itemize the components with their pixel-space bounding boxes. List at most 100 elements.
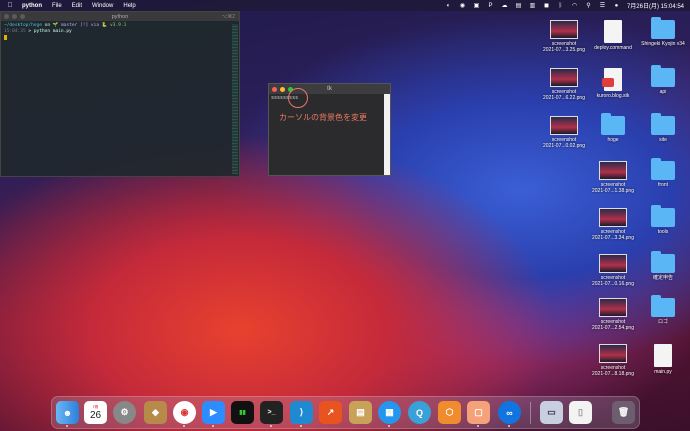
desktop-icon-folder[interactable]: site — [637, 113, 689, 143]
menu-file[interactable]: File — [52, 3, 62, 9]
prompt-branch: 🌱 master [!] via — [52, 23, 102, 28]
desktop-icon-label: tools — [657, 229, 669, 235]
bluetooth-icon[interactable]: ᛒ — [557, 3, 564, 9]
status-icon-1[interactable]: ◐ — [445, 3, 452, 9]
system-preferences-icon[interactable]: ⚙ — [113, 401, 136, 424]
desktop-icon-folder[interactable]: hoge — [587, 113, 639, 143]
folder-icon — [651, 251, 675, 273]
app-icon[interactable]: ▢ — [467, 401, 490, 424]
wifi-icon[interactable]: ◠ — [571, 3, 578, 9]
running-indicator — [508, 425, 510, 427]
desktop-icon-label: screenshot 2021-07...0.02.png — [543, 137, 585, 149]
docker-icon[interactable]: ▦ — [378, 401, 401, 424]
running-indicator — [270, 425, 272, 427]
desktop-icon-label: 確定申告 — [652, 275, 673, 281]
desktop-icon-label: site — [659, 137, 667, 143]
running-indicator — [212, 425, 214, 427]
status-icon-7[interactable]: ▥ — [529, 3, 536, 9]
quicktime-icon[interactable]: Q — [408, 401, 431, 424]
desktop-icon-folder[interactable]: 確定申告 — [637, 251, 689, 281]
screenshot-thumbnail — [599, 161, 627, 180]
document-file-icon — [602, 68, 622, 91]
tk-window[interactable]: tk sssssssss カーソルの背景色を変更 — [268, 83, 391, 176]
desktop-icon-thumb[interactable]: screenshot 2021-07...6.22.png — [538, 68, 590, 101]
desktop-icon-folder[interactable]: front — [637, 158, 689, 188]
screenshot-thumbnail — [550, 20, 578, 39]
desktop-icon-thumb[interactable]: screenshot 2021-07...3.25.png — [538, 20, 590, 53]
finder-icon[interactable]: ☻ — [56, 401, 79, 424]
desktop-icon-folder[interactable]: tools — [637, 205, 689, 235]
screenshot-thumbnail — [550, 116, 578, 135]
desktop-icon-label: main.py — [654, 369, 672, 375]
desktop-icon-thumb[interactable]: screenshot 2021-07...8.18.png — [587, 344, 639, 377]
menu-app-name[interactable]: python — [22, 3, 42, 9]
terminal-window[interactable]: python ⌥⌘2 ~/desktop/hoge on 🌱 master [!… — [0, 11, 240, 177]
terminal-app-icon[interactable]: >_ — [260, 401, 283, 424]
terminal-shortcut: ⌥⌘2 — [221, 13, 235, 20]
menubar-clock[interactable]: 7月26日(月) 15:04:54 — [627, 1, 684, 10]
menu-window[interactable]: Window — [92, 3, 113, 9]
sourcetree-icon[interactable]: ⬡ — [438, 401, 461, 424]
running-indicator — [477, 425, 479, 427]
desktop-icon-thumb[interactable]: screenshot 2021-07...2.54.png — [587, 298, 639, 331]
desktop-icon-thumb[interactable]: screenshot 2021-07...1.38.png — [587, 161, 639, 194]
tk-titlebar[interactable]: tk — [269, 84, 390, 94]
cloud-icon[interactable]: ☁ — [501, 3, 508, 9]
prompt-python-version: 🐍 v3.9.1 — [101, 23, 127, 28]
menu-edit[interactable]: Edit — [72, 3, 82, 9]
file-icon — [604, 20, 622, 43]
status-icon-3[interactable]: ▣ — [473, 3, 480, 9]
trash-icon[interactable]: 🗑 — [612, 401, 635, 424]
desktop-icon-label: deploy.command — [594, 45, 632, 51]
terminal-titlebar[interactable]: python ⌥⌘2 — [1, 12, 239, 21]
terminal-output[interactable]: ~/desktop/hoge on 🌱 master [!] via 🐍 v3.… — [1, 21, 239, 44]
folder-icon — [651, 158, 675, 180]
desktop-icon-label: Shingeki Kyojin v34 — [641, 41, 685, 47]
chrome-icon[interactable]: ◉ — [173, 401, 196, 424]
desktop-icon-file[interactable]: main.py — [637, 344, 689, 375]
infinity-app-icon[interactable]: ∞ — [498, 401, 521, 424]
desktop-icon-label: hoge — [607, 137, 619, 143]
running-indicator — [66, 425, 68, 427]
desktop-icon-label: front — [657, 182, 668, 188]
status-icon-2[interactable]: ◉ — [459, 3, 466, 9]
dock-separator — [530, 402, 531, 424]
running-indicator — [300, 425, 302, 427]
document-icon[interactable]: ▯ — [569, 401, 592, 424]
folder-icon — [651, 113, 675, 135]
vscode-icon[interactable]: ⟩ — [290, 401, 313, 424]
desktop-icon-thumb[interactable]: screenshot 2021-07...0.16.png — [587, 254, 639, 287]
contacts-icon[interactable]: ◆ — [144, 401, 167, 424]
terminal-title: python — [111, 13, 129, 20]
siri-icon[interactable]: ● — [613, 3, 620, 9]
chart-app-icon[interactable]: ↗ — [319, 401, 342, 424]
menu-bar:  python File Edit Window Help ◐ ◉ ▣ P ☁… — [0, 0, 690, 11]
apple-menu-icon[interactable]:  — [6, 2, 14, 10]
desktop-icon-file[interactable]: deploy.command — [587, 20, 639, 51]
desktop-icon-stk[interactable]: kuroro.blog.stk — [587, 68, 639, 99]
folder-icon — [651, 17, 675, 39]
calendar-icon[interactable]: 7月 26 — [84, 401, 107, 424]
command-text: > python main.py — [25, 29, 72, 34]
menu-help[interactable]: Help — [123, 3, 135, 9]
zoom-app-icon[interactable]: ▶ — [202, 401, 225, 424]
tk-title: tk — [327, 86, 332, 92]
spotlight-search-icon[interactable]: ⚲ — [585, 3, 592, 9]
desktop-icon-label: ロゴ — [657, 319, 668, 325]
archive-utility-icon[interactable]: ▤ — [349, 401, 372, 424]
status-icon-8[interactable]: ◼ — [543, 3, 550, 9]
desktop-icon-folder[interactable]: Shingeki Kyojin v34 — [637, 17, 689, 47]
terminal-scrollbar[interactable] — [232, 24, 238, 174]
highlight-circle — [288, 88, 308, 108]
desktop-icon-label: screenshot 2021-07...3.34.png — [592, 229, 634, 241]
pomodoro-icon[interactable]: P — [487, 3, 494, 9]
desktop-icon-folder[interactable]: api — [637, 65, 689, 95]
desktop-icon-thumb[interactable]: screenshot 2021-07...3.34.png — [587, 208, 639, 241]
status-icon-6[interactable]: ▤ — [515, 3, 522, 9]
desktop-icon-thumb[interactable]: screenshot 2021-07...0.02.png — [538, 116, 590, 149]
desktop-icon-folder[interactable]: ロゴ — [637, 295, 689, 325]
control-center-icon[interactable]: ☰ — [599, 3, 606, 9]
folder-icon — [651, 205, 675, 227]
activity-monitor-icon[interactable]: ▮▮ — [231, 401, 254, 424]
preview-icon[interactable]: ▭ — [540, 401, 563, 424]
